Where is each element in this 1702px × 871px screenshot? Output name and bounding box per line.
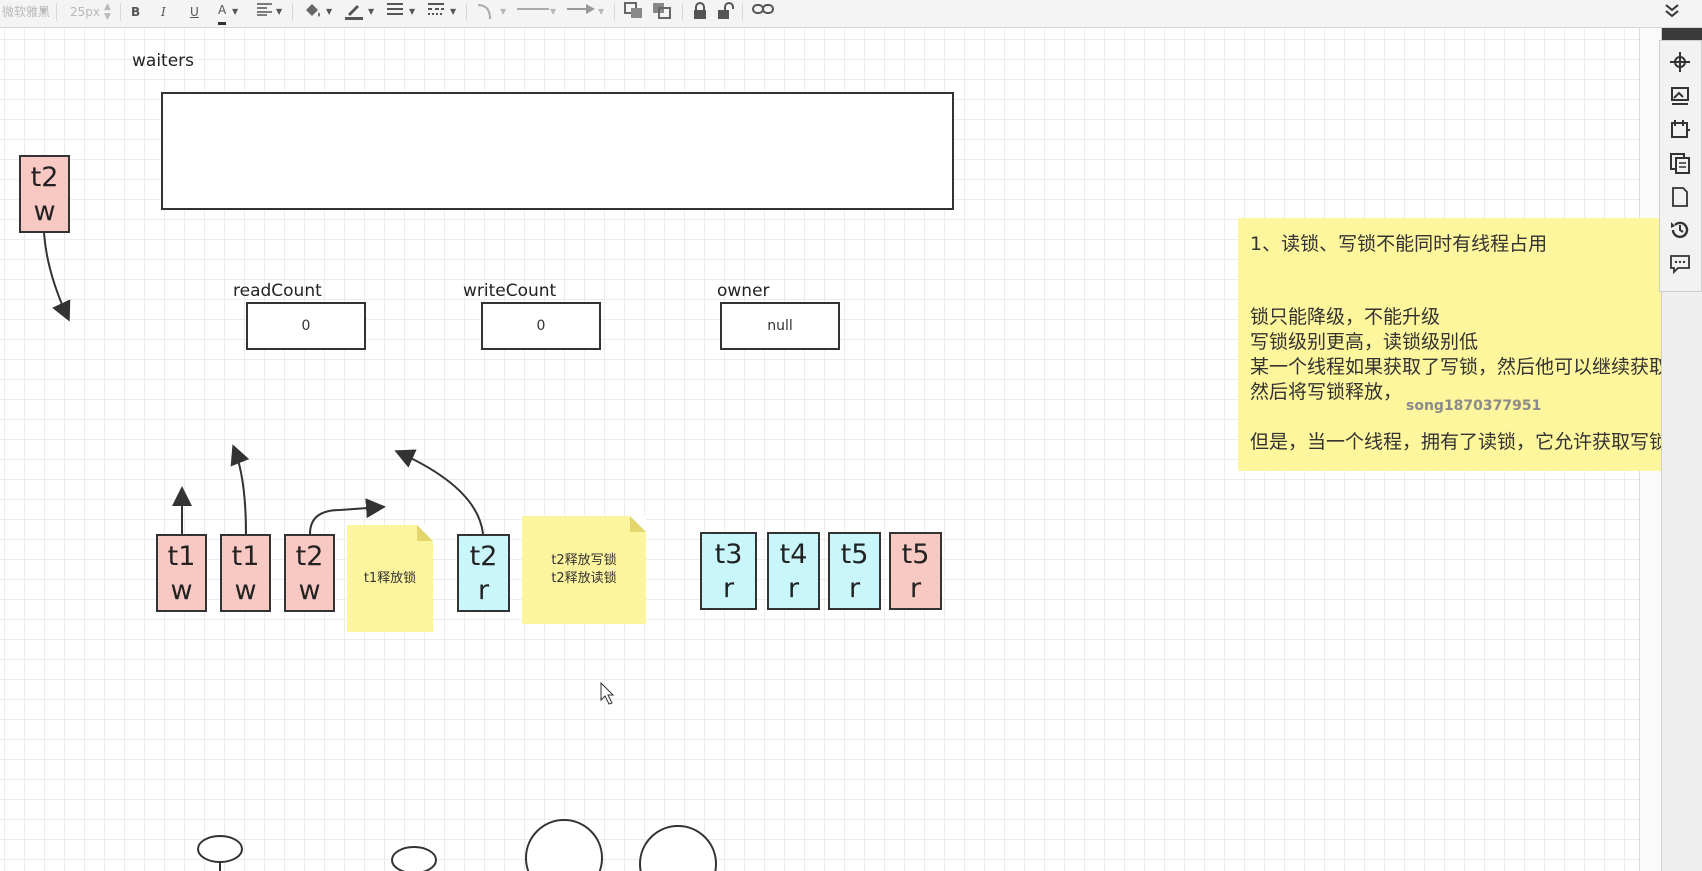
arrow-end-icon[interactable] — [566, 2, 596, 22]
navigation-icon[interactable] — [1669, 51, 1691, 77]
page-setup-icon[interactable] — [1669, 118, 1691, 144]
underline-button[interactable]: U — [190, 2, 199, 22]
connector-arrow — [230, 444, 250, 535]
right-toolbar — [1659, 40, 1702, 292]
image-icon[interactable] — [1669, 85, 1691, 111]
circle-shape — [639, 825, 717, 871]
chevron-down-icon[interactable]: ▼ — [500, 2, 506, 22]
note-line: 某一个线程如果获取了写锁，然后他可以继续获取读 — [1250, 356, 1688, 378]
stepper-icon[interactable]: ▲ ▼ — [104, 2, 111, 22]
watermark: song1870377951 — [1406, 398, 1542, 414]
ellipse-shape — [197, 835, 243, 863]
bold-button[interactable]: B — [131, 2, 140, 22]
note-line: 然后将写锁释放， — [1250, 381, 1403, 403]
chevron-down-icon[interactable]: ▼ — [326, 2, 332, 22]
chevron-down-icon[interactable]: ▼ — [232, 2, 238, 22]
font-color-button[interactable]: A — [218, 2, 227, 25]
bring-front-icon[interactable] — [624, 2, 644, 22]
circle-shape — [525, 819, 603, 871]
connector-arrow — [43, 232, 71, 322]
line-color-icon[interactable] — [343, 2, 365, 22]
font-size-input[interactable]: 25px — [70, 2, 100, 22]
connector-arrow — [394, 449, 484, 535]
note-line: 锁只能降级，不能升级 — [1250, 306, 1441, 328]
chevron-down-icon[interactable]: ▼ — [368, 2, 374, 22]
copy-icon[interactable] — [1669, 152, 1691, 178]
history-icon[interactable] — [1669, 219, 1691, 245]
chevron-down-icon[interactable]: ▼ — [550, 2, 556, 22]
chevron-down-icon[interactable]: ▼ — [598, 2, 604, 22]
line-type-icon[interactable] — [516, 2, 550, 22]
send-back-icon[interactable] — [652, 2, 672, 22]
connector-arrow — [309, 498, 386, 535]
chevron-down-icon[interactable]: ▼ — [409, 2, 415, 22]
fill-color-icon[interactable] — [302, 2, 324, 22]
toolbar: 微软雅黑 ▼ 25px ▲ ▼ B I U A ▼ ▼ ▼ ▼ ▼ ▼ ▼ ▼ ▼ — [0, 0, 1702, 28]
connector-icon[interactable] — [476, 2, 498, 22]
line-width-icon[interactable] — [386, 2, 404, 22]
line-style-icon[interactable] — [427, 2, 445, 22]
chevron-down-icon[interactable]: ▼ — [450, 2, 456, 22]
collapse-toolbar-icon[interactable] — [1664, 2, 1680, 22]
ellipse-shape — [391, 846, 437, 871]
link-icon[interactable] — [752, 2, 774, 22]
chevron-down-icon[interactable]: ▼ — [276, 2, 282, 22]
note-line: 写锁级别更高，读锁级别低 — [1250, 331, 1479, 353]
explanation-note[interactable]: 1、读锁、写锁不能同时有线程占用 锁只能降级，不能升级 写锁级别更高，读锁级别低… — [1238, 218, 1702, 471]
note-line: 但是，当一个线程，拥有了读锁，它允许获取写锁 — [1250, 431, 1669, 453]
mouse-cursor-icon — [600, 681, 615, 705]
italic-button[interactable]: I — [161, 2, 166, 22]
comment-icon[interactable] — [1669, 253, 1691, 279]
chevron-down-icon[interactable]: ▼ — [40, 2, 47, 22]
unlock-icon[interactable] — [716, 2, 734, 22]
page-icon[interactable] — [1669, 186, 1691, 212]
lock-icon[interactable] — [692, 2, 708, 22]
note-line: 1、读锁、写锁不能同时有线程占用 — [1250, 233, 1548, 255]
align-icon[interactable] — [256, 2, 274, 22]
